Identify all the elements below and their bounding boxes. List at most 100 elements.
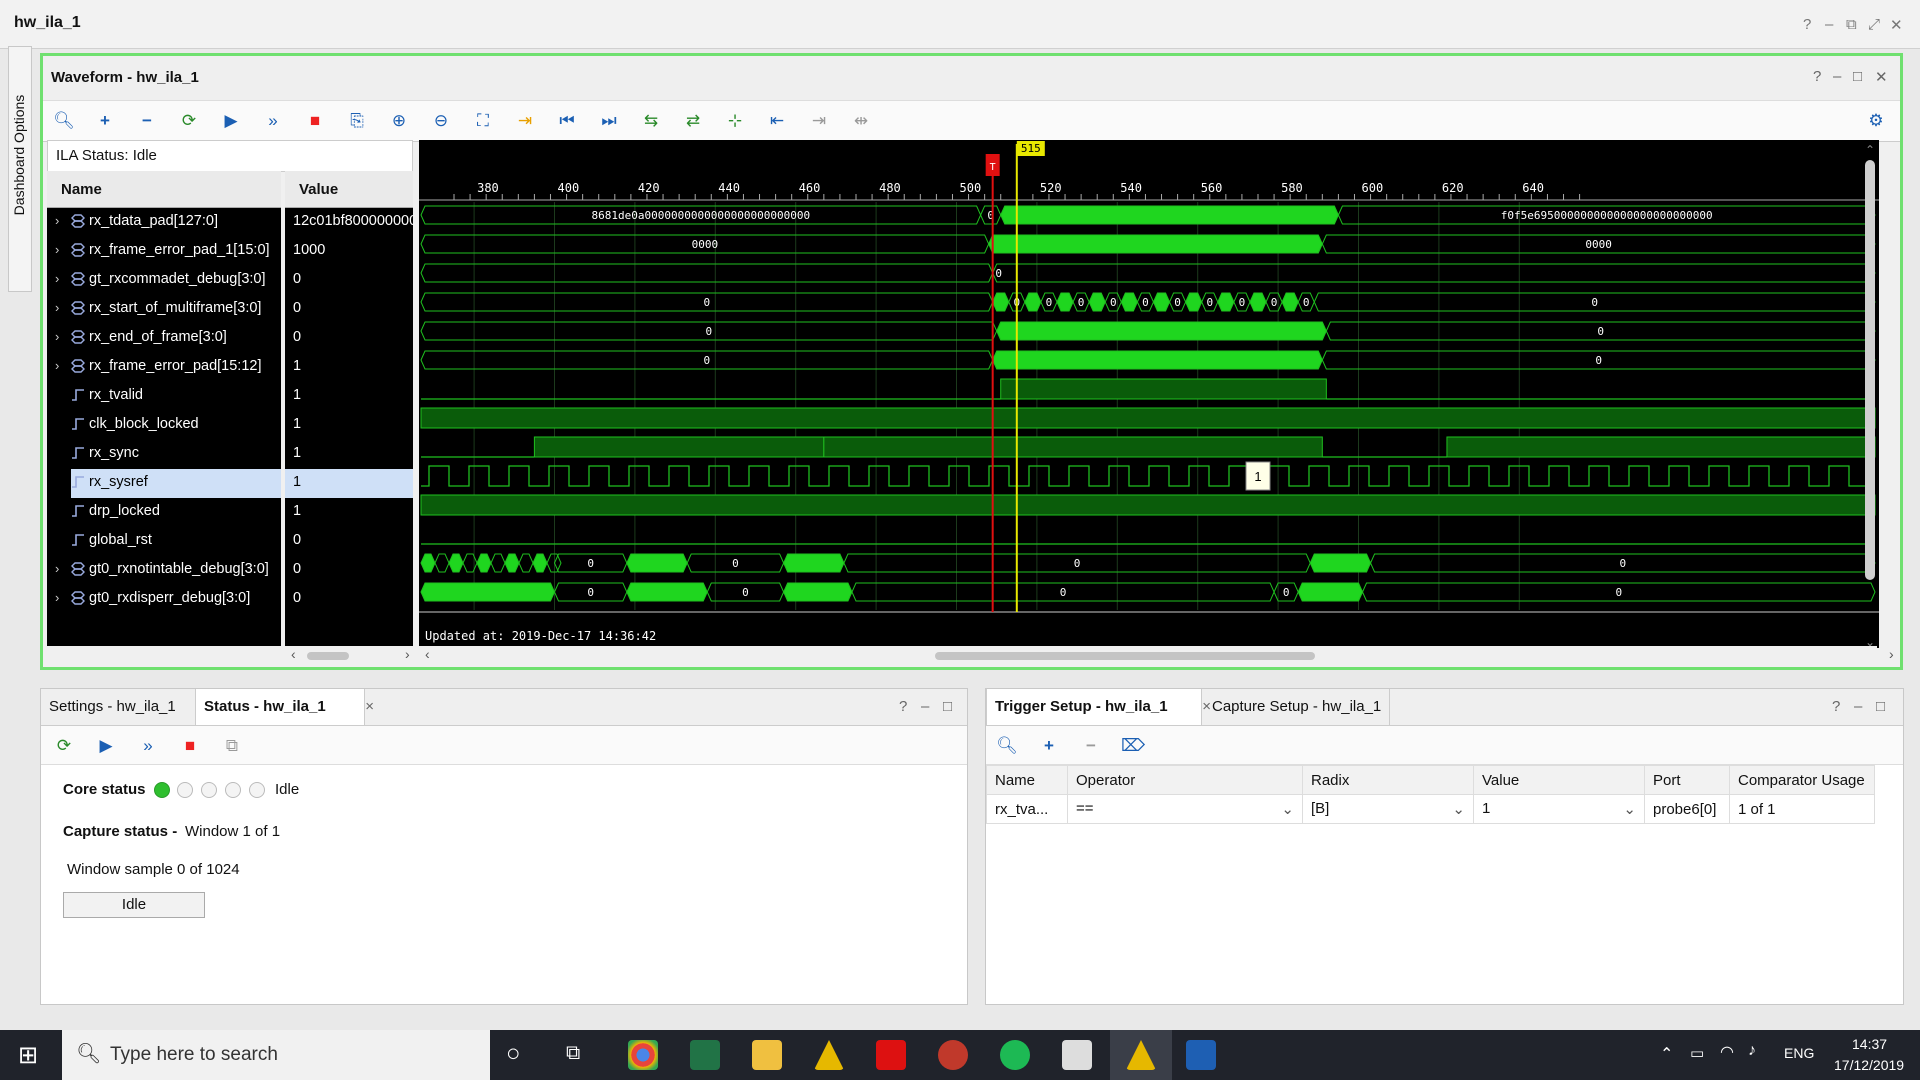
zoom-in-icon[interactable]: ⊕ xyxy=(386,109,412,133)
col-name[interactable]: Name xyxy=(986,765,1068,795)
signal-value-row[interactable]: 12c01bf800000000 xyxy=(285,208,413,237)
scroll-right-icon[interactable]: › xyxy=(405,646,410,662)
signal-row[interactable]: › rx_frame_error_pad_1[15:0] xyxy=(47,237,281,266)
ti-icon[interactable] xyxy=(1062,1040,1092,1070)
tab-capture-setup[interactable]: Capture Setup - hw_ila_1 xyxy=(1204,689,1391,725)
col-value[interactable]: Value xyxy=(1473,765,1645,795)
wave-scroll-left-icon[interactable]: ‹ xyxy=(425,646,430,662)
task-view-icon[interactable]: ⧉ xyxy=(566,1042,580,1065)
minimize-button[interactable]: – xyxy=(1854,698,1862,715)
signal-value-row[interactable]: 0 xyxy=(285,266,413,295)
scroll-left-icon[interactable]: ‹ xyxy=(291,646,296,662)
wave-scroll-right-icon[interactable]: › xyxy=(1889,646,1894,662)
file-explorer-icon[interactable] xyxy=(752,1040,782,1070)
search-icon[interactable]: 🔍︎ xyxy=(994,734,1020,758)
col-radix[interactable]: Radix xyxy=(1302,765,1474,795)
signal-value-row[interactable]: 1 xyxy=(285,469,413,498)
powershell-icon[interactable] xyxy=(1186,1040,1216,1070)
run-trigger-icon[interactable]: ▶ xyxy=(218,109,244,133)
signal-row[interactable]: clk_block_locked xyxy=(47,411,281,440)
tab-trigger-setup[interactable]: Trigger Setup - hw_ila_1 × xyxy=(986,689,1211,725)
help-icon[interactable]: ? xyxy=(1803,16,1811,33)
spotify-icon[interactable] xyxy=(1000,1040,1030,1070)
expand-chevron-icon[interactable]: › xyxy=(55,242,59,257)
remove-probe-icon[interactable]: − xyxy=(1078,734,1104,758)
signal-row[interactable]: rx_sync xyxy=(47,440,281,469)
expand-chevron-icon[interactable]: › xyxy=(55,358,59,373)
remove-icon[interactable]: − xyxy=(134,109,160,133)
signal-value-row[interactable]: 1 xyxy=(285,411,413,440)
expand-chevron-icon[interactable]: › xyxy=(55,271,59,286)
run-trigger-immediate-icon[interactable]: ⟳ xyxy=(51,734,77,758)
signal-row[interactable]: rx_sysref xyxy=(47,469,281,498)
language-indicator[interactable]: ENG xyxy=(1784,1045,1814,1061)
signal-value-row[interactable]: 1 xyxy=(285,382,413,411)
battery-icon[interactable]: ▭ xyxy=(1690,1044,1704,1062)
signal-row[interactable]: › gt0_rxdisperr_debug[3:0] xyxy=(47,585,281,614)
cortana-icon[interactable]: ○ xyxy=(506,1040,521,1068)
maximize-button[interactable]: □ xyxy=(1853,68,1862,85)
signal-value-row[interactable]: 1 xyxy=(285,353,413,382)
export-icon[interactable]: ⎘ xyxy=(344,109,370,133)
vivado-active-task[interactable] xyxy=(1110,1030,1172,1080)
names-scroll-thumb[interactable] xyxy=(307,652,349,660)
add-marker-icon[interactable]: ⊹ xyxy=(722,109,748,133)
excel-icon[interactable] xyxy=(690,1040,720,1070)
col-comparator-usage[interactable]: Comparator Usage xyxy=(1729,765,1875,795)
expand-chevron-icon[interactable]: › xyxy=(55,590,59,605)
waveform-canvas[interactable]: 380 400 420 440 460 480 500 520 540 560 580 600 620 6… xyxy=(419,140,1879,649)
trigger-condition-icon[interactable]: ⌦ xyxy=(1120,734,1146,758)
signal-row[interactable]: › gt0_rxnotintable_debug[3:0] xyxy=(47,556,281,585)
table-row[interactable]: rx_tva... == ⌄ [B] ⌄ 1 ⌄ probe6[0] 1 of 1 xyxy=(986,794,1875,824)
taskbar-search[interactable]: 🔍︎ Type here to search xyxy=(62,1030,490,1080)
add-icon[interactable]: + xyxy=(92,109,118,133)
run-continuous-icon[interactable]: » xyxy=(260,109,286,133)
signal-value-row[interactable]: 0 xyxy=(285,556,413,585)
col-operator[interactable]: Operator xyxy=(1067,765,1303,795)
close-button[interactable]: ✕ xyxy=(1890,16,1903,34)
run-trigger-immediate-icon[interactable]: ⟳ xyxy=(176,109,202,133)
expand-chevron-icon[interactable]: › xyxy=(55,300,59,315)
stop-icon[interactable]: ■ xyxy=(302,109,328,133)
help-icon[interactable]: ? xyxy=(1832,698,1840,715)
signal-value-row[interactable]: 0 xyxy=(285,324,413,353)
signal-row[interactable]: › gt_rxcommadet_debug[3:0] xyxy=(47,266,281,295)
value-select[interactable]: 1 ⌄ xyxy=(1473,794,1645,824)
minimize-button[interactable]: – xyxy=(1833,68,1841,85)
add-probe-icon[interactable]: + xyxy=(1036,734,1062,758)
signal-row[interactable]: › rx_end_of_frame[3:0] xyxy=(47,324,281,353)
radix-select[interactable]: [B] ⌄ xyxy=(1302,794,1474,824)
zoom-fit-icon[interactable]: ⛶ xyxy=(470,109,496,133)
clock-time[interactable]: 14:37 xyxy=(1852,1036,1887,1052)
wave-scroll-thumb[interactable] xyxy=(935,652,1315,660)
horizontal-scrollbar[interactable]: ‹ › ‹ › xyxy=(47,646,1894,666)
expand-chevron-icon[interactable]: › xyxy=(55,213,59,228)
run-continuous-icon[interactable]: » xyxy=(135,734,161,758)
close-tab-icon[interactable]: × xyxy=(365,689,374,725)
value-column-header[interactable]: Value xyxy=(285,171,413,208)
signal-value-row[interactable]: 0 xyxy=(285,295,413,324)
previous-transition-icon[interactable]: ⇆ xyxy=(638,109,664,133)
signal-value-row[interactable]: 1000 xyxy=(285,237,413,266)
acrobat-icon[interactable] xyxy=(876,1040,906,1070)
clock-date[interactable]: 17/12/2019 xyxy=(1834,1057,1904,1073)
minimize-button[interactable]: – xyxy=(1825,16,1833,33)
dashboard-options-tab[interactable]: Dashboard Options xyxy=(8,46,32,292)
maximize-button[interactable]: ⤢ xyxy=(1868,16,1880,33)
run-trigger-icon[interactable]: ▶ xyxy=(93,734,119,758)
chrome-profile-icon[interactable] xyxy=(938,1040,968,1070)
chrome-icon[interactable] xyxy=(628,1040,658,1070)
go-to-start-icon[interactable]: ⏮ xyxy=(554,109,580,133)
signal-row[interactable]: drp_locked xyxy=(47,498,281,527)
gear-icon[interactable]: ⚙ xyxy=(1863,109,1889,133)
signal-value-row[interactable]: 0 xyxy=(285,585,413,614)
help-icon[interactable]: ? xyxy=(1813,68,1821,85)
help-icon[interactable]: ? xyxy=(899,698,907,715)
expand-chevron-icon[interactable]: › xyxy=(55,561,59,576)
volume-icon[interactable]: ♪ xyxy=(1748,1042,1756,1060)
close-button[interactable]: ✕ xyxy=(1875,68,1888,86)
go-to-end-icon[interactable]: ⏭ xyxy=(596,109,622,133)
signal-row[interactable]: › rx_tdata_pad[127:0] xyxy=(47,208,281,237)
maximize-button[interactable]: □ xyxy=(943,698,952,715)
expand-chevron-icon[interactable]: › xyxy=(55,329,59,344)
